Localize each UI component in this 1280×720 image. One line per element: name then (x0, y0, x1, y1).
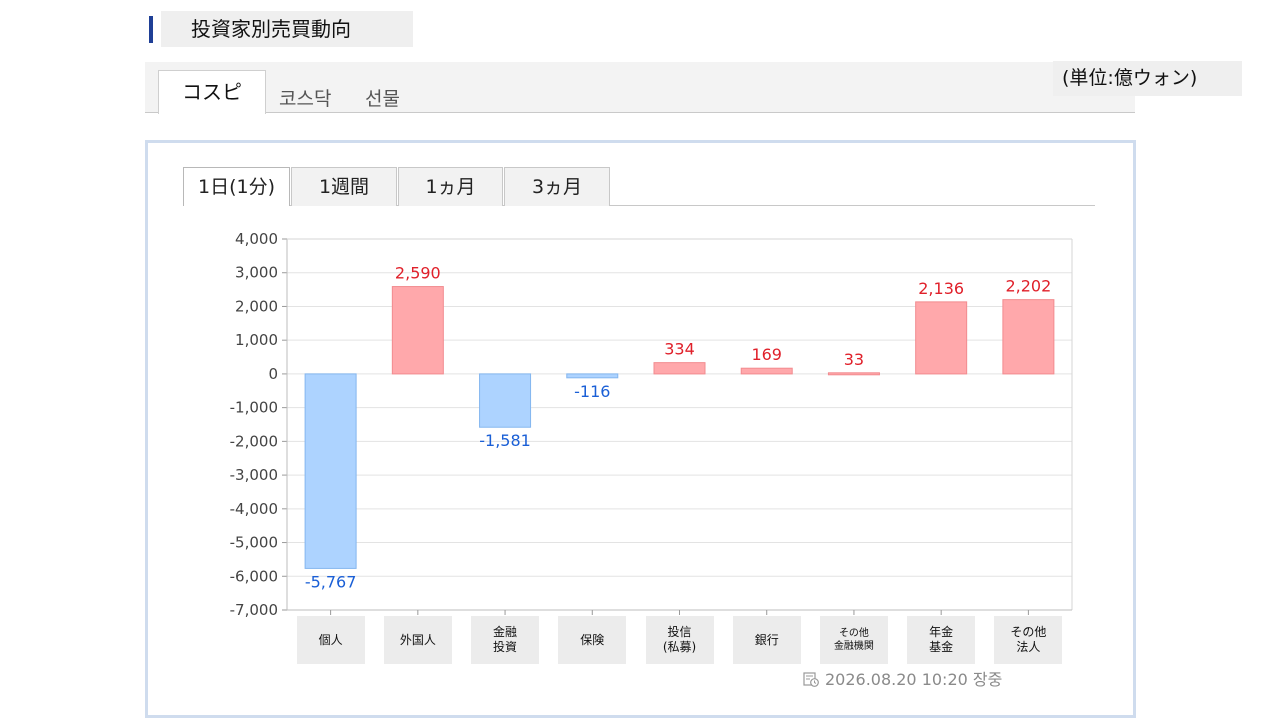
category-label: その他 法人 (994, 616, 1063, 664)
tab-kospi[interactable]: コスピ (158, 70, 266, 114)
title-accent-bar (149, 16, 153, 43)
timestamp: 2026.08.20 10:20 장중 (803, 666, 1002, 690)
chart-panel (145, 140, 1136, 718)
tab-period-1day[interactable]: 1日(1分) (183, 167, 290, 206)
tab-kosdaq[interactable]: 코스닥 (279, 84, 331, 111)
tab-period-1week[interactable]: 1週間 (291, 167, 397, 206)
tab-period-1month[interactable]: 1ヵ月 (398, 167, 503, 206)
clock-icon (803, 672, 819, 687)
category-label: 外国人 (383, 616, 452, 664)
category-label: 金融 投資 (471, 616, 540, 664)
category-label: 年金 基金 (907, 616, 976, 664)
category-label: 投信 (私募) (645, 616, 714, 664)
category-label: 銀行 (732, 616, 801, 664)
category-label: 個人 (296, 616, 365, 664)
tab-futures[interactable]: 선물 (365, 84, 400, 111)
tab-period-3months[interactable]: 3ヵ月 (504, 167, 610, 206)
timestamp-text: 2026.08.20 10:20 장중 (825, 670, 1003, 689)
category-label: その他 金融機関 (819, 616, 888, 664)
unit-label: (単位:億ウォン) (1062, 67, 1198, 89)
page-title: 投資家別売買動向 (191, 17, 351, 41)
category-label: 保険 (558, 616, 627, 664)
